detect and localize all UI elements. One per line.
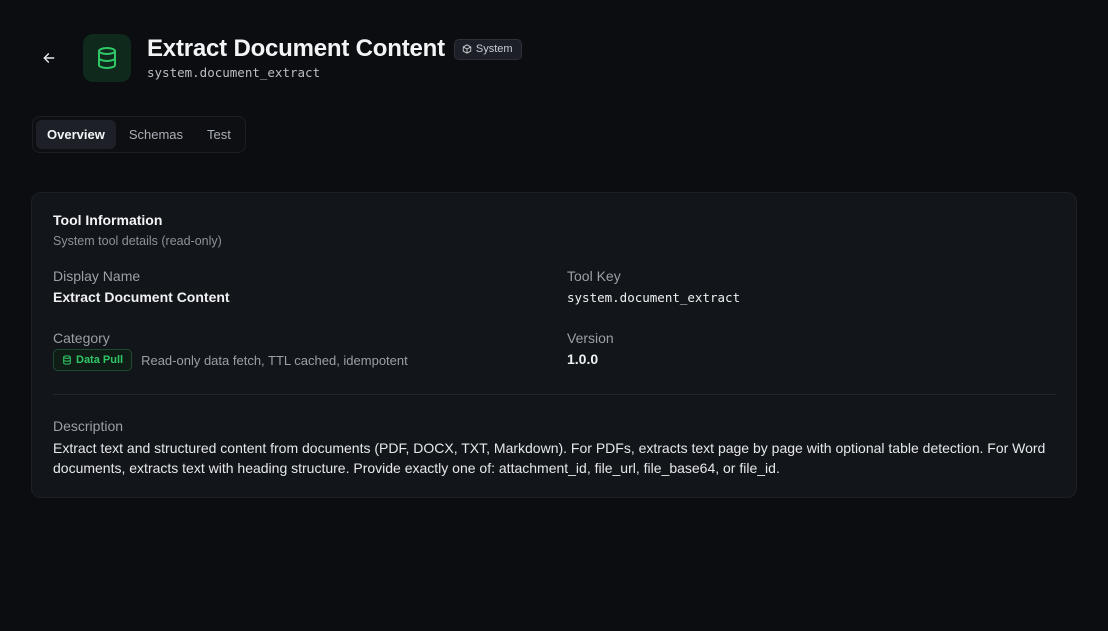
title-row: Extract Document Content System	[147, 34, 522, 64]
tab-schemas[interactable]: Schemas	[118, 120, 194, 149]
cube-icon	[462, 44, 472, 54]
card-subtitle: System tool details (read-only)	[53, 234, 222, 248]
category-label: Category	[53, 330, 110, 346]
description-label: Description	[53, 418, 124, 434]
description-value: Extract text and structured content from…	[53, 440, 1046, 476]
category-row: Data Pull Read-only data fetch, TTL cach…	[53, 349, 408, 371]
category-description: Read-only data fetch, TTL cached, idempo…	[141, 352, 408, 368]
database-icon	[63, 355, 71, 365]
version-value: 1.0.0	[567, 351, 599, 367]
arrow-left-icon	[43, 53, 55, 63]
back-button[interactable]	[36, 45, 62, 71]
category-badge-label: Data Pull	[76, 354, 124, 366]
card-title: Tool Information	[53, 212, 163, 228]
tab-overview[interactable]: Overview	[36, 120, 116, 149]
system-badge: System	[453, 38, 522, 60]
tool-key-subtitle: system.document_extract	[147, 65, 321, 80]
tool-key-value: system.document_extract	[567, 290, 741, 305]
tool-detail-page: Extract Document Content System system.d…	[0, 0, 1108, 631]
display-name-value: Extract Document Content	[53, 289, 230, 305]
divider	[53, 394, 1056, 395]
category-badge: Data Pull	[53, 349, 133, 371]
display-name-label: Display Name	[53, 268, 141, 284]
tool-key-label: Tool Key	[567, 268, 621, 284]
system-badge-label: System	[475, 43, 513, 55]
tab-test[interactable]: Test	[196, 120, 242, 149]
tool-icon	[83, 34, 131, 82]
database-icon	[98, 47, 116, 69]
page-title: Extract Document Content	[147, 35, 445, 62]
version-label: Version	[567, 330, 614, 346]
tab-bar: Overview Schemas Test	[32, 116, 246, 153]
tool-information-card: Tool Information System tool details (re…	[31, 192, 1077, 498]
